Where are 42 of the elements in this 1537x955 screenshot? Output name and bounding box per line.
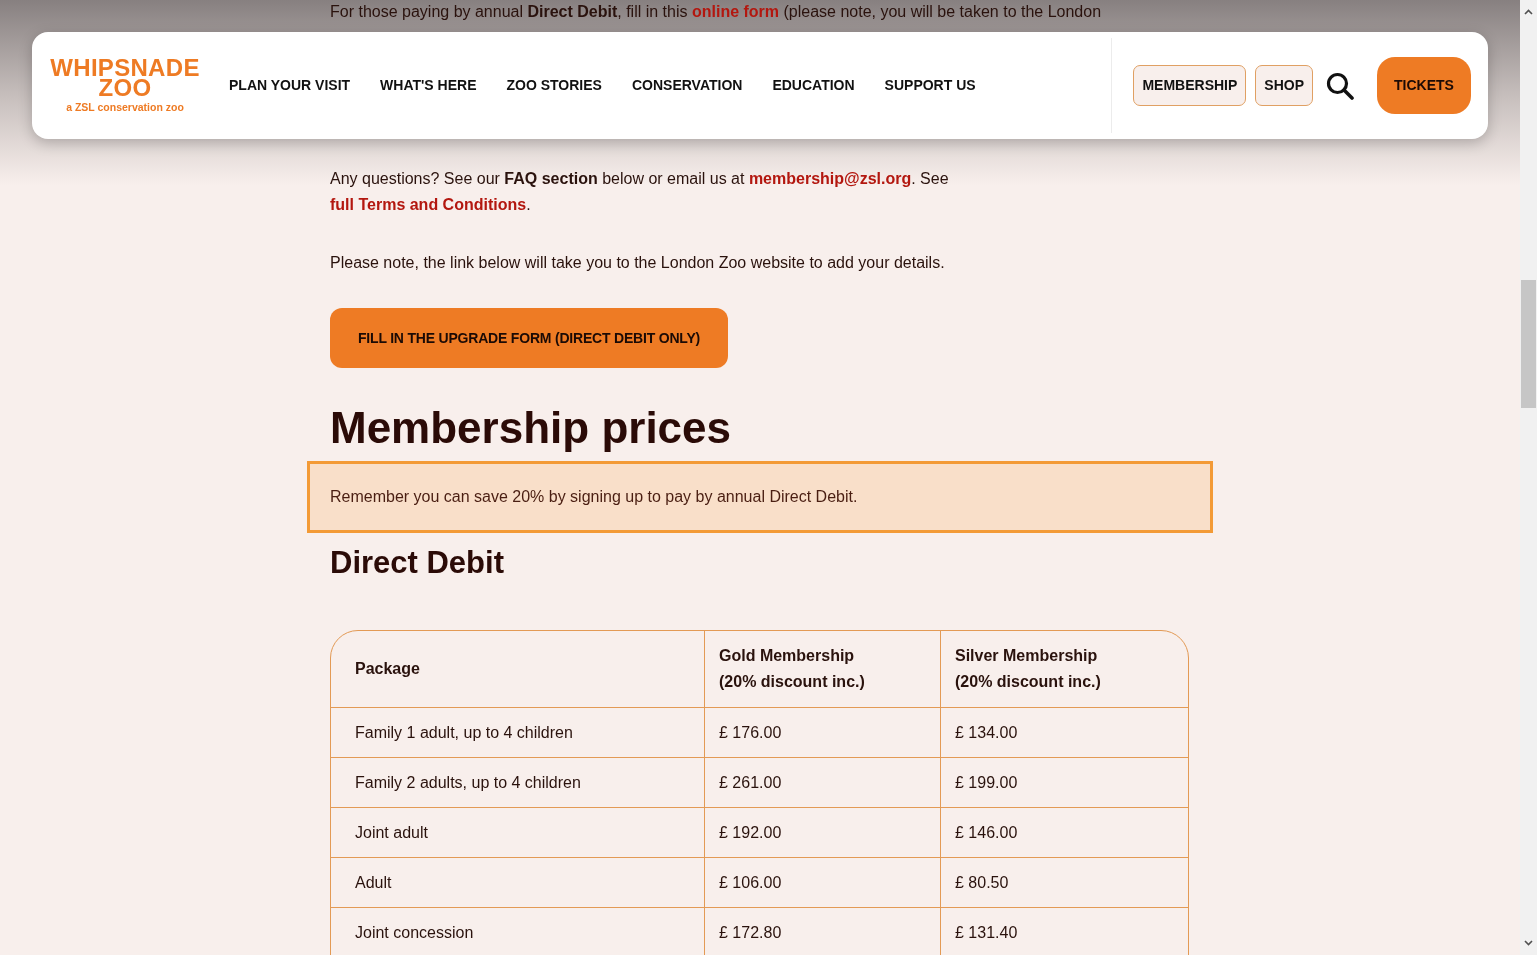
table-cell-text: Family 1 adult, up to 4 children (355, 722, 573, 743)
upgrade-form-button[interactable]: FILL IN THE UPGRADE FORM (DIRECT DEBIT ONLY) (330, 308, 728, 368)
text-link[interactable]: full Terms and Conditions (330, 196, 527, 213)
paragraph-text: Any questions? See our FAQ section below or email us at membership@zsl.org. See full Terms and Conditions. (330, 169, 950, 215)
column-header: Package (355, 659, 420, 679)
table-cell-text: £ 176.00 (719, 722, 782, 743)
table-cell-text: £ 199.00 (955, 772, 1018, 793)
table-cell-text: £ 261.00 (719, 772, 782, 793)
table-cell-text: Joint concession (355, 923, 474, 943)
table-cell-text: Joint adult (355, 822, 428, 843)
table-cell-text: £ 146.00 (955, 822, 1018, 843)
table-cell-text: £ 106.00 (719, 872, 782, 893)
nav-link[interactable]: SUPPORT US (884, 75, 976, 96)
logo-tagline: a ZSL conservation zoo (66, 100, 184, 114)
table-cell-text: £ 80.50 (955, 872, 1009, 893)
scroll-down-icon[interactable] (1524, 940, 1533, 946)
subsection-heading: Direct Debit (330, 544, 504, 582)
column-header: Silver Membership (20% discount inc.) (955, 646, 1101, 692)
scrollbar[interactable] (1520, 0, 1537, 955)
nav-link[interactable]: EDUCATION (772, 75, 855, 96)
nav-link[interactable]: WHAT'S HERE (380, 75, 477, 96)
table-cell-text: £ 172.80 (719, 923, 782, 943)
nav-link[interactable]: CONSERVATION (631, 75, 743, 96)
header-button[interactable]: SHOP (1255, 65, 1313, 106)
table-cell-text: Family 2 adults, up to 4 children (355, 772, 581, 793)
nav-link[interactable]: PLAN YOUR VISIT (229, 75, 351, 96)
text-link[interactable]: membership@zsl.org (748, 170, 912, 187)
search-icon[interactable] (1326, 71, 1354, 100)
section-heading: Membership prices (330, 402, 732, 454)
column-header: Gold Membership (20% discount inc.) (719, 646, 865, 692)
nav-link[interactable]: ZOO STORIES (506, 75, 602, 96)
paragraph-text: For those paying by annual Direct Debit, fill in this online form (please note, you will be taken to the London (330, 2, 1102, 22)
table-cell-text: Adult (355, 872, 392, 893)
table-cell-text: £ 131.40 (955, 923, 1018, 943)
header-button[interactable]: MEMBERSHIP (1133, 65, 1247, 106)
scrollbar-thumb[interactable] (1521, 280, 1536, 408)
callout-text: Remember you can save 20% by signing up to pay by annual Direct Debit. (330, 487, 858, 507)
scroll-up-icon[interactable] (1524, 9, 1533, 15)
table-cell-text: £ 192.00 (719, 822, 782, 843)
table-cell-text: £ 134.00 (955, 722, 1018, 743)
paragraph-text: Please note, the link below will take you to the London Zoo website to add your details. (330, 253, 945, 273)
tickets-button[interactable]: TICKETS (1377, 57, 1471, 114)
